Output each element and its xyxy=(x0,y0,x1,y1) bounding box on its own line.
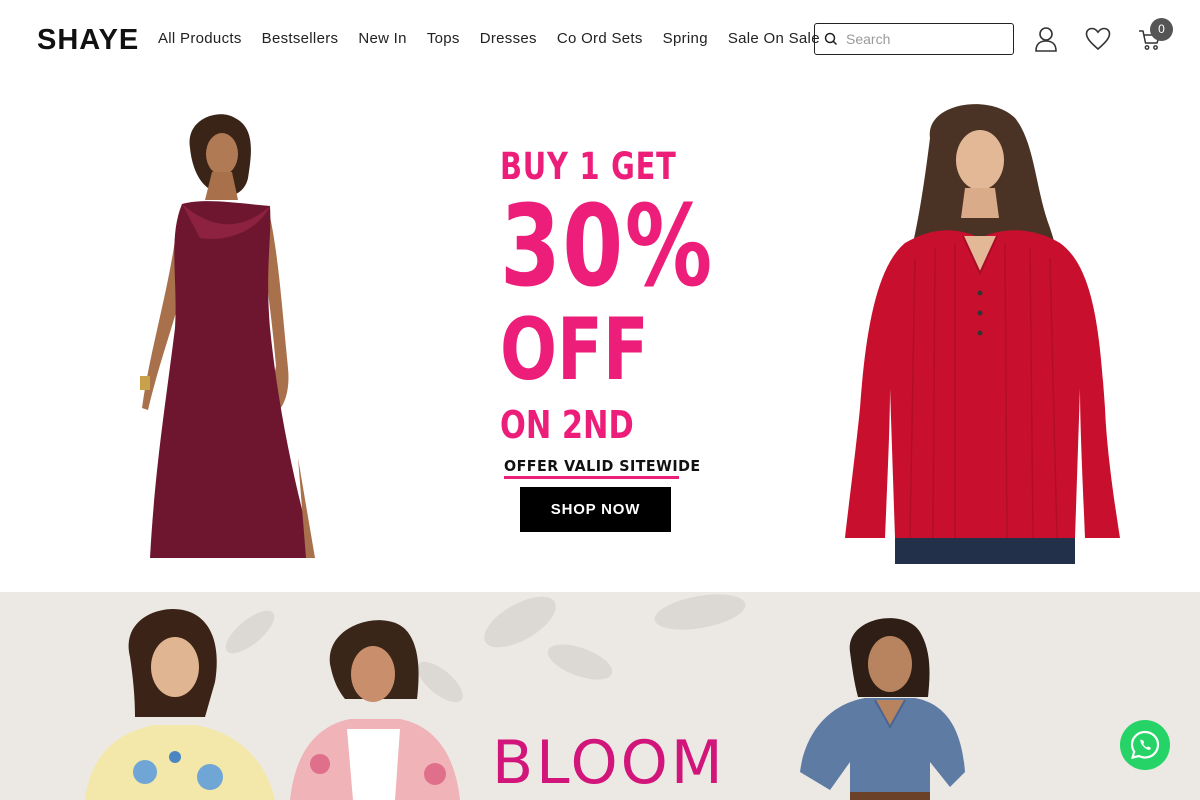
site-header: SHAYE All Products Bestsellers New In To… xyxy=(0,0,1200,78)
nav-item-spring[interactable]: Spring xyxy=(663,30,708,47)
nav-item-all-products[interactable]: All Products xyxy=(158,30,242,47)
offer-underline xyxy=(504,476,679,479)
nav-item-new-in[interactable]: New In xyxy=(358,30,407,47)
whatsapp-chat-button[interactable] xyxy=(1120,720,1170,770)
nav-item-sale-on-sale[interactable]: Sale On Sale xyxy=(728,30,820,47)
hero-banner[interactable]: BUY 1 GET 30% OFF ON 2ND OFFER VALID SIT… xyxy=(0,78,1200,592)
model-image-pink-floral-shrug xyxy=(290,620,460,800)
model-image-yellow-floral-top xyxy=(85,609,275,800)
whatsapp-icon xyxy=(1130,730,1160,760)
shop-now-button[interactable]: SHOP NOW xyxy=(520,487,671,532)
promo-text-block: BUY 1 GET 30% OFF ON 2ND xyxy=(500,145,730,449)
heart-icon[interactable] xyxy=(1085,27,1111,51)
cart-count-badge: 0 xyxy=(1150,18,1173,41)
user-icon[interactable] xyxy=(1034,26,1058,52)
search-icon xyxy=(824,32,838,46)
nav-item-tops[interactable]: Tops xyxy=(427,30,460,47)
search-input[interactable] xyxy=(846,31,996,47)
promo-on-2nd-text: ON 2ND xyxy=(500,403,634,447)
promo-off-text: OFF xyxy=(500,300,649,400)
nav-item-co-ord-sets[interactable]: Co Ord Sets xyxy=(557,30,643,47)
nav-item-bestsellers[interactable]: Bestsellers xyxy=(262,30,339,47)
promo-discount-value: 30% xyxy=(500,182,714,312)
model-image-red-top xyxy=(845,104,1120,564)
bloom-collection-banner[interactable]: BLOOM xyxy=(0,592,1200,800)
search-box[interactable] xyxy=(814,23,1014,55)
main-nav: All Products Bestsellers New In Tops Dre… xyxy=(158,30,840,47)
model-image-maroon-dress xyxy=(140,114,315,559)
brand-logo[interactable]: SHAYE xyxy=(37,24,139,57)
model-image-denim-shirt xyxy=(800,618,965,800)
offer-valid-text: OFFER VALID SITEWIDE xyxy=(504,457,701,475)
bloom-title: BLOOM xyxy=(492,728,726,798)
nav-item-dresses[interactable]: Dresses xyxy=(480,30,537,47)
